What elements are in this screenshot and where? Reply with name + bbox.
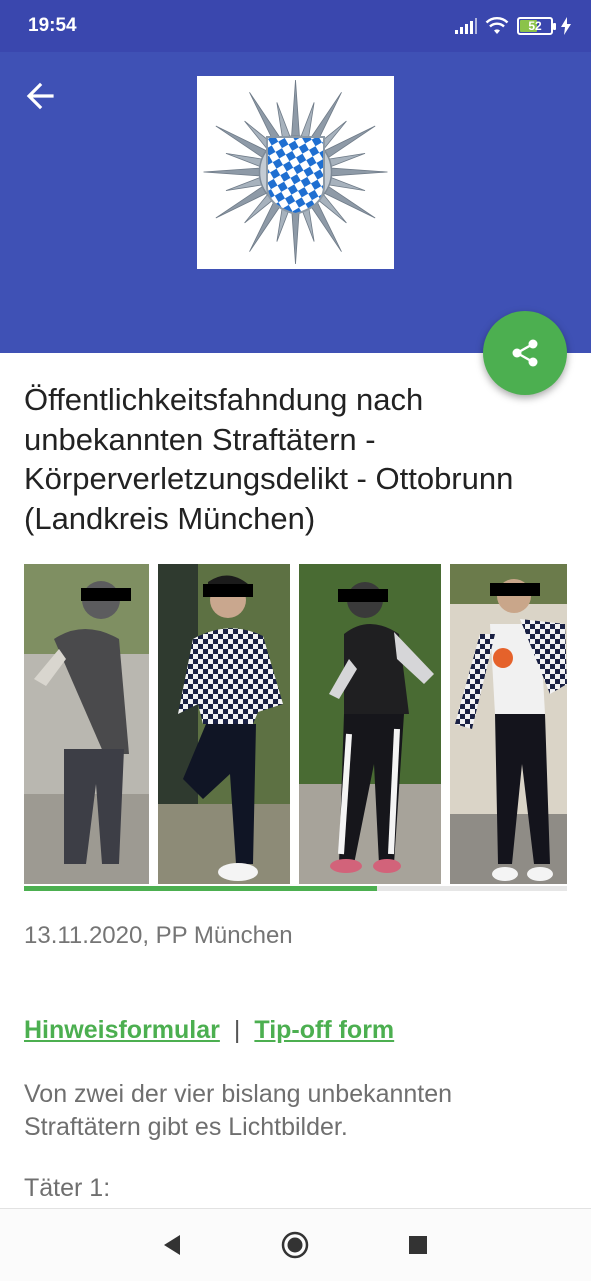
arrow-back-icon xyxy=(26,82,54,110)
nav-home-button[interactable] xyxy=(279,1229,311,1261)
photo-gallery[interactable] xyxy=(24,564,567,891)
gallery-scroll-indicator xyxy=(24,886,567,891)
article-intro: Von zwei der vier bislang unbekannten St… xyxy=(24,1080,453,1141)
battery-icon: 52 xyxy=(517,17,556,35)
signal-icon xyxy=(455,18,477,34)
suspect-photo[interactable] xyxy=(299,564,441,884)
form-links: Hinweisformular | Tip-off form xyxy=(24,1016,394,1045)
bavarian-police-star-logo xyxy=(203,79,388,265)
hint-form-link[interactable]: Hinweisformular xyxy=(24,1016,220,1044)
status-bar: 19:54 52 xyxy=(0,0,591,52)
charging-icon xyxy=(561,17,571,35)
gallery-scroll-indicator-fill xyxy=(24,886,377,891)
wifi-icon xyxy=(485,17,509,34)
share-icon xyxy=(512,339,538,367)
nav-back-button[interactable] xyxy=(156,1229,188,1261)
nav-recents-button[interactable] xyxy=(402,1229,434,1261)
back-triangle-icon xyxy=(164,1235,180,1255)
link-separator: | xyxy=(233,1016,241,1044)
back-button[interactable] xyxy=(24,80,60,112)
article-date-source: 13.11.2020, PP München xyxy=(24,922,293,949)
police-logo xyxy=(197,76,394,269)
recents-square-icon xyxy=(409,1236,427,1254)
suspect-label: Täter 1: xyxy=(24,1174,111,1202)
status-time: 19:54 xyxy=(28,15,77,36)
suspect-photo[interactable] xyxy=(24,564,149,884)
suspect-photo[interactable] xyxy=(158,564,290,884)
article-title: Öffentlichkeitsfahndung nach unbekannten… xyxy=(24,382,514,536)
suspect-photo[interactable] xyxy=(450,564,567,884)
tip-off-form-link[interactable]: Tip-off form xyxy=(254,1016,394,1044)
status-icons: 52 xyxy=(455,14,571,38)
home-circle-icon xyxy=(281,1231,309,1259)
app-header xyxy=(0,52,591,353)
system-navigation-bar xyxy=(0,1208,591,1281)
battery-level: 52 xyxy=(528,19,542,33)
